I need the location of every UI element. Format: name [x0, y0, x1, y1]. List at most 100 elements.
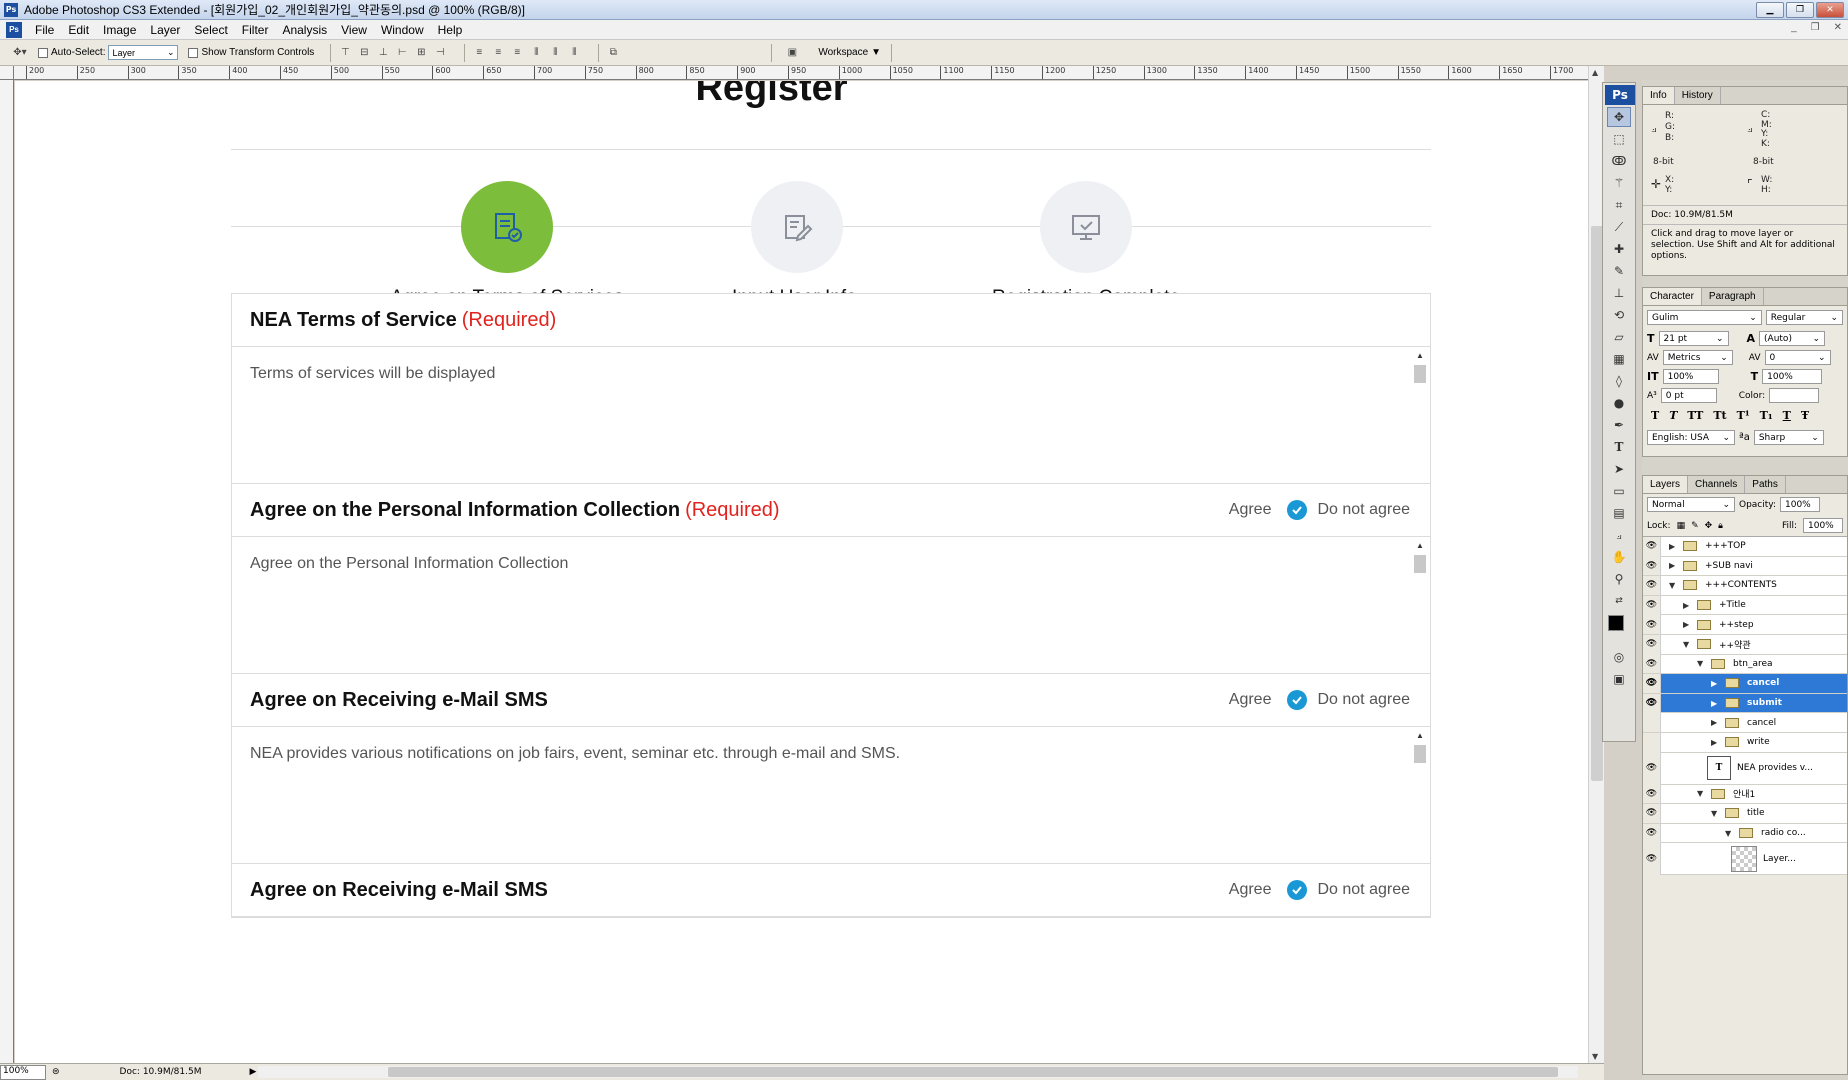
- move-tool-preset-icon[interactable]: ✥▾: [12, 46, 28, 60]
- font-style-select[interactable]: Regular ⌄: [1765, 310, 1843, 325]
- distribute-vcenter-icon[interactable]: ≡: [490, 46, 506, 60]
- distribute-bottom-icon[interactable]: ≡: [509, 46, 525, 60]
- layer-row[interactable]: 👁︎ ▶ ++step: [1643, 615, 1847, 635]
- expanded-triangle-icon[interactable]: ▼: [1683, 640, 1693, 649]
- agree-option[interactable]: Agree: [1229, 501, 1272, 519]
- layer-row[interactable]: 👁︎ ▶ +SUB navi: [1643, 556, 1847, 577]
- menu-view[interactable]: View: [334, 23, 374, 37]
- path-select-icon[interactable]: ➤: [1607, 459, 1631, 479]
- menu-file[interactable]: File: [28, 23, 61, 37]
- eyedropper-tool-icon[interactable]: ⟓: [1607, 525, 1631, 545]
- quick-mask-icon[interactable]: ◎: [1607, 647, 1631, 667]
- lock-position-icon[interactable]: ✥: [1705, 521, 1713, 531]
- align-top-icon[interactable]: ⊤: [337, 46, 353, 60]
- agree-option[interactable]: Agree: [1229, 691, 1272, 709]
- blend-mode-select[interactable]: Normal ⌄: [1647, 497, 1735, 512]
- collapsed-triangle-icon[interactable]: ▶: [1669, 542, 1679, 551]
- strikethrough-button[interactable]: Ŧ: [1801, 409, 1809, 422]
- layer-row[interactable]: 👁︎ ▶ +Title: [1643, 595, 1847, 616]
- photoshop-menu-icon[interactable]: Ps: [6, 21, 22, 38]
- dodge-tool-icon[interactable]: ●: [1607, 393, 1631, 413]
- visibility-eye-icon[interactable]: 👁︎: [1643, 803, 1661, 823]
- tab-history[interactable]: History: [1675, 87, 1721, 104]
- expanded-triangle-icon[interactable]: ▼: [1669, 581, 1679, 590]
- anti-alias-select[interactable]: Sharp ⌄: [1753, 430, 1824, 445]
- expanded-triangle-icon[interactable]: ▼: [1697, 789, 1707, 798]
- zoom-field[interactable]: 100%: [0, 1064, 46, 1080]
- gradient-tool-icon[interactable]: ▦: [1607, 349, 1631, 369]
- menu-layer[interactable]: Layer: [143, 23, 187, 37]
- lock-image-icon[interactable]: ✎: [1691, 521, 1699, 531]
- fill-field[interactable]: 100%: [1803, 518, 1843, 533]
- kerning-field[interactable]: Metrics ⌄: [1662, 350, 1733, 365]
- notes-tool-icon[interactable]: ▤: [1607, 503, 1631, 523]
- distribute-top-icon[interactable]: ≡: [471, 46, 487, 60]
- check-circle-icon[interactable]: [1287, 690, 1308, 710]
- visibility-eye-icon[interactable]: 👁︎: [1643, 634, 1661, 654]
- layer-row[interactable]: 👁︎ ▶ +++TOP: [1643, 536, 1847, 557]
- layer-row[interactable]: 👁︎ ▶ submit: [1643, 693, 1847, 714]
- visibility-eye-icon[interactable]: 👁︎: [1643, 595, 1661, 615]
- marquee-tool-icon[interactable]: ⬚: [1607, 129, 1631, 149]
- leading-field[interactable]: (Auto) ⌄: [1759, 331, 1826, 346]
- status-expand-icon[interactable]: ▶: [250, 1067, 257, 1077]
- layer-row[interactable]: ▶ write: [1643, 732, 1847, 753]
- workspace-button[interactable]: Workspace: [818, 47, 868, 58]
- visibility-empty-icon[interactable]: [1643, 713, 1661, 733]
- minimize-button[interactable]: ▁: [1756, 2, 1784, 18]
- tab-channels[interactable]: Channels: [1688, 476, 1746, 493]
- text-layer-row[interactable]: 👁︎ T NEA provides v...: [1643, 752, 1847, 785]
- move-tool-icon[interactable]: ✥: [1607, 107, 1631, 127]
- menu-edit[interactable]: Edit: [61, 23, 96, 37]
- distribute-hcenter-icon[interactable]: ⦀: [547, 46, 563, 60]
- visibility-eye-icon[interactable]: 👁︎: [1643, 615, 1661, 635]
- vertical-scale-field[interactable]: 100%: [1662, 369, 1719, 384]
- align-left-icon[interactable]: ⊢: [394, 46, 410, 60]
- foreground-color[interactable]: [1608, 615, 1624, 631]
- collapsed-triangle-icon[interactable]: ▶: [1711, 718, 1721, 727]
- layer-row[interactable]: 👁︎ ▶ cancel: [1643, 673, 1847, 694]
- layer-row[interactable]: ▶ cancel: [1643, 713, 1847, 733]
- align-hcenter-icon[interactable]: ⊞: [413, 46, 429, 60]
- clone-stamp-icon[interactable]: ⊥: [1607, 283, 1631, 303]
- underline-button[interactable]: T: [1783, 409, 1791, 422]
- zoom-tool-icon[interactable]: ⚲: [1607, 569, 1631, 589]
- close-button[interactable]: ✕: [1816, 2, 1844, 18]
- image-layer-row[interactable]: 👁︎ Layer...: [1643, 842, 1847, 876]
- tracking-field[interactable]: 0 ⌄: [1764, 350, 1831, 365]
- lock-all-icon[interactable]: 🔒︎: [1718, 521, 1723, 531]
- distribute-left-icon[interactable]: ⦀: [528, 46, 544, 60]
- menu-window[interactable]: Window: [374, 23, 431, 37]
- auto-select-dropdown[interactable]: Layer ⌄: [108, 45, 179, 60]
- status-menu-icon[interactable]: ⊜: [52, 1067, 60, 1077]
- layer-row[interactable]: 👁︎ ▼ ++약관: [1643, 634, 1847, 655]
- blur-tool-icon[interactable]: ◊: [1607, 371, 1631, 391]
- document-canvas[interactable]: Register Agree on Terms of Services Inpu…: [15, 81, 1588, 1063]
- horizontal-scale-field[interactable]: 100%: [1762, 369, 1823, 384]
- align-bottom-icon[interactable]: ⊥: [375, 46, 391, 60]
- visibility-eye-icon[interactable]: 👁︎: [1643, 693, 1661, 713]
- menu-help[interactable]: Help: [431, 23, 470, 37]
- faux-bold-button[interactable]: T: [1651, 409, 1659, 422]
- visibility-eye-icon[interactable]: 👁︎: [1643, 654, 1661, 674]
- faux-italic-button[interactable]: T: [1669, 409, 1677, 422]
- doc-minimize-button[interactable]: _: [1791, 22, 1797, 33]
- expanded-triangle-icon[interactable]: ▼: [1697, 659, 1707, 668]
- opacity-field[interactable]: 100%: [1780, 497, 1820, 512]
- menu-analysis[interactable]: Analysis: [275, 23, 334, 37]
- small-caps-button[interactable]: Tt: [1713, 409, 1726, 422]
- agree-option[interactable]: Agree: [1229, 881, 1272, 899]
- visibility-eye-icon[interactable]: 👁︎: [1643, 752, 1661, 785]
- swap-colors-icon[interactable]: ⇄: [1607, 591, 1631, 611]
- color-swatches[interactable]: [1603, 613, 1635, 645]
- lock-transparent-icon[interactable]: ▦: [1677, 521, 1686, 531]
- hscroll-thumb[interactable]: [388, 1067, 1558, 1077]
- collapsed-triangle-icon[interactable]: ▶: [1711, 679, 1721, 688]
- tab-layers[interactable]: Layers: [1643, 476, 1689, 493]
- collapsed-triangle-icon[interactable]: ▶: [1711, 738, 1721, 747]
- doc-restore-button[interactable]: ❐: [1811, 22, 1820, 33]
- collapsed-triangle-icon[interactable]: ▶: [1669, 561, 1679, 570]
- align-right-icon[interactable]: ⊣: [432, 46, 448, 60]
- document-horizontal-scrollbar[interactable]: [258, 1066, 1578, 1078]
- check-circle-icon[interactable]: [1287, 880, 1308, 900]
